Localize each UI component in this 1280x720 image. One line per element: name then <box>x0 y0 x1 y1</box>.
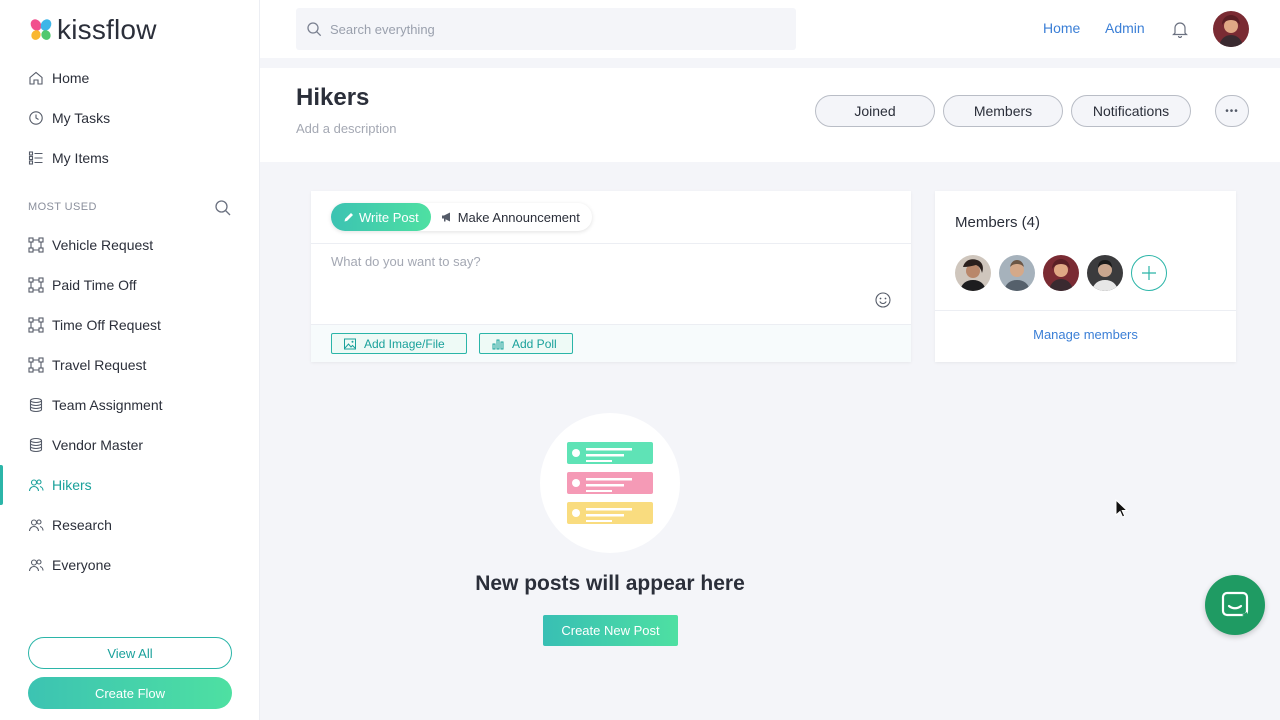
sidebar-item-paid-time-off[interactable]: Paid Time Off <box>0 265 260 305</box>
post-input[interactable]: What do you want to say? <box>331 254 481 269</box>
people-icon <box>28 477 44 493</box>
butterfly-logo-icon <box>30 19 52 40</box>
member-avatar[interactable] <box>955 255 991 291</box>
members-title: Members (4) <box>955 214 1041 231</box>
sidebar-item-home[interactable]: Home <box>0 58 260 98</box>
notifications-button[interactable]: Notifications <box>1071 95 1191 127</box>
sidebar-item-my-items[interactable]: My Items <box>0 138 260 178</box>
search-input[interactable] <box>330 21 770 37</box>
top-bar: Home Admin <box>260 0 1280 58</box>
database-icon <box>28 397 44 413</box>
most-used-label: MOST USED <box>28 201 97 213</box>
sidebar-item-label: My Items <box>52 150 109 166</box>
megaphone-icon <box>441 212 450 222</box>
sidebar-item-label: Vehicle Request <box>52 237 154 253</box>
create-flow-button[interactable]: Create Flow <box>28 677 232 709</box>
list-icon <box>28 150 44 166</box>
sidebar-item-label: Team Assignment <box>52 397 163 413</box>
tab-make-announcement[interactable]: Make Announcement <box>431 203 592 231</box>
sidebar-item-label: Everyone <box>52 557 112 573</box>
joined-button[interactable]: Joined <box>815 95 935 127</box>
database-icon <box>28 437 44 453</box>
user-avatar[interactable] <box>1213 11 1249 47</box>
flow-icon <box>28 357 44 373</box>
sidebar-item-label: Hikers <box>52 477 92 493</box>
manage-members-link[interactable]: Manage members <box>935 327 1236 342</box>
add-poll-button[interactable]: Add Poll <box>479 333 573 354</box>
global-search[interactable] <box>296 8 796 50</box>
sidebar-item-time-off-request[interactable]: Time Off Request <box>0 305 260 345</box>
divider <box>935 310 1236 311</box>
chat-icon <box>1221 591 1249 618</box>
flow-icon <box>28 277 44 293</box>
sidebar-item-label: Research <box>52 517 112 533</box>
flow-icon <box>28 317 44 333</box>
top-link-home[interactable]: Home <box>1043 20 1080 36</box>
sidebar-item-vendor-master[interactable]: Vendor Master <box>0 425 260 465</box>
members-card: Members (4) Manage members <box>935 191 1236 362</box>
clock-icon <box>28 110 44 126</box>
sidebar-item-vehicle-request[interactable]: Vehicle Request <box>0 225 260 265</box>
bell-icon[interactable] <box>1171 20 1189 38</box>
create-new-post-button[interactable]: Create New Post <box>543 615 678 646</box>
tab-write-post[interactable]: Write Post <box>331 203 431 231</box>
page-header: Hikers Add a description Joined Members … <box>260 68 1280 162</box>
cursor-icon <box>1115 499 1129 518</box>
view-all-button[interactable]: View All <box>28 637 232 669</box>
sidebar-item-team-assignment[interactable]: Team Assignment <box>0 385 260 425</box>
add-image-file-button[interactable]: Add Image/File <box>331 333 467 354</box>
emoji-icon[interactable] <box>874 291 892 309</box>
sidebar-item-everyone[interactable]: Everyone <box>0 545 260 585</box>
sidebar-item-travel-request[interactable]: Travel Request <box>0 345 260 385</box>
poll-icon <box>492 339 504 349</box>
member-avatar[interactable] <box>999 255 1035 291</box>
tab-make-announcement-label: Make Announcement <box>457 209 580 225</box>
sidebar-item-label: Time Off Request <box>52 317 161 333</box>
divider <box>311 243 911 244</box>
brand-name: kissflow <box>57 14 157 45</box>
people-icon <box>28 557 44 573</box>
empty-posts-illustration <box>540 413 680 553</box>
add-member-button[interactable] <box>1131 255 1167 291</box>
member-avatar[interactable] <box>1087 255 1123 291</box>
sidebar-item-label: Vendor Master <box>52 437 144 453</box>
member-avatar[interactable] <box>1043 255 1079 291</box>
flow-icon <box>28 237 44 253</box>
search-icon <box>307 22 322 37</box>
sidebar-item-label: Paid Time Off <box>52 277 137 293</box>
more-options-button[interactable]: ••• <box>1215 95 1249 127</box>
search-icon[interactable] <box>214 199 232 217</box>
description-field[interactable]: Add a description <box>296 121 396 136</box>
post-composer: Write Post Make Announcement What do you… <box>311 191 911 362</box>
sidebar-item-hikers[interactable]: Hikers <box>0 465 260 505</box>
add-image-file-label: Add Image/File <box>364 336 445 351</box>
sidebar-item-label: Travel Request <box>52 357 147 373</box>
empty-state-title: New posts will appear here <box>475 572 745 595</box>
image-icon <box>344 338 356 349</box>
plus-icon <box>1142 266 1156 280</box>
members-button[interactable]: Members <box>943 95 1063 127</box>
top-link-admin[interactable]: Admin <box>1105 20 1145 36</box>
home-icon <box>28 70 44 86</box>
composer-footer: Add Image/File Add Poll <box>311 324 911 362</box>
sidebar-item-my-tasks[interactable]: My Tasks <box>0 98 260 138</box>
sidebar-item-label: Home <box>52 70 90 86</box>
sidebar-item-label: My Tasks <box>52 110 111 126</box>
chat-launcher-button[interactable] <box>1205 575 1265 635</box>
pencil-icon <box>344 213 353 222</box>
sidebar-item-research[interactable]: Research <box>0 505 260 545</box>
brand-logo[interactable]: kissflow <box>28 14 157 46</box>
sidebar: kissflow Home My Tasks My Items MOST USE… <box>0 0 260 720</box>
page-title: Hikers <box>296 84 370 111</box>
people-icon <box>28 517 44 533</box>
composer-tabs: Write Post Make Announcement <box>331 203 592 231</box>
tab-write-post-label: Write Post <box>359 209 419 225</box>
add-poll-label: Add Poll <box>512 336 557 351</box>
